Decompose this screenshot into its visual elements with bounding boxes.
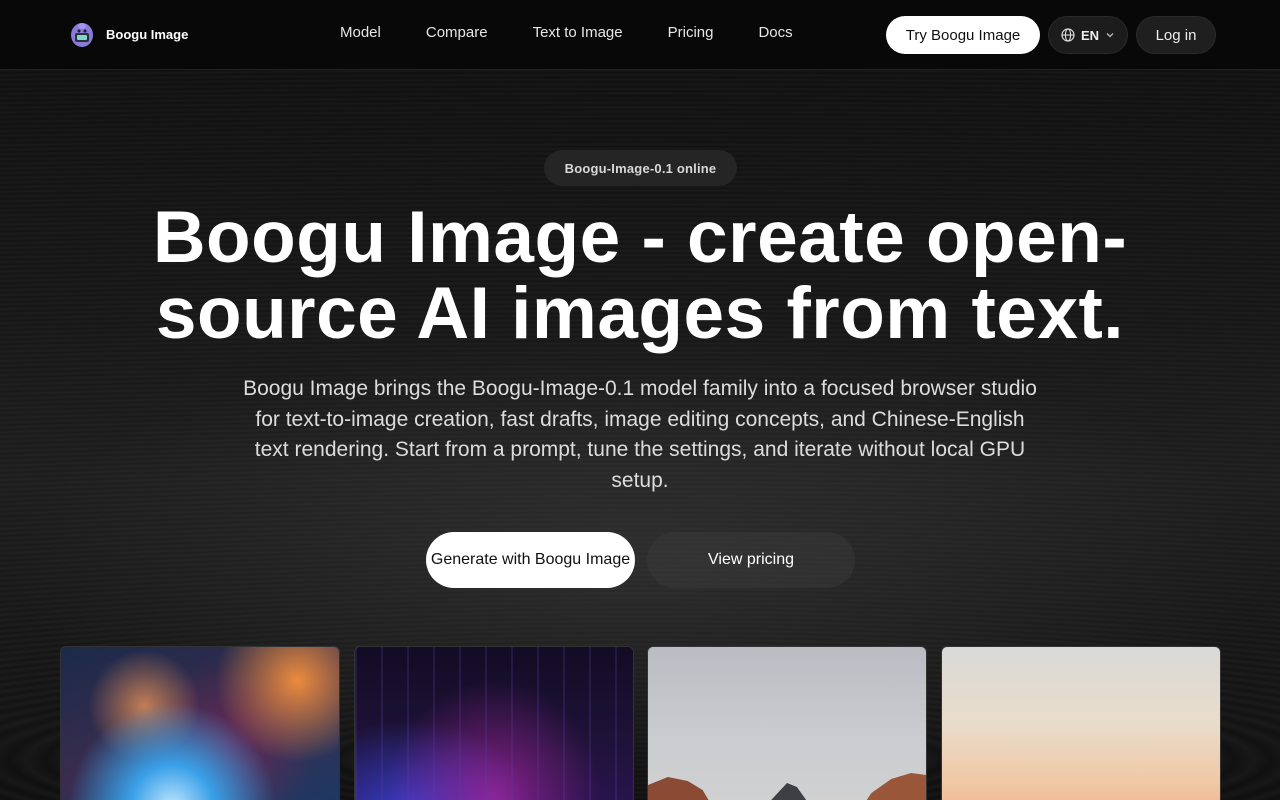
gallery-image-nebula[interactable] — [60, 646, 340, 800]
hero-subtitle: Boogu Image brings the Boogu-Image-0.1 m… — [243, 377, 1037, 492]
headline-line-1: Boogu Image - create open- — [152, 197, 1128, 278]
try-boogu-button[interactable]: Try Boogu Image — [886, 16, 1040, 54]
sample-gallery — [60, 646, 1221, 800]
generate-button[interactable]: Generate with Boogu Image — [426, 532, 635, 588]
status-badge: Boogu-Image-0.1 online — [544, 150, 737, 186]
language-label: EN — [1080, 27, 1100, 43]
language-selector[interactable]: EN — [1048, 16, 1128, 54]
chevron-down-icon — [1106, 33, 1114, 38]
gallery-image-sunset[interactable] — [941, 646, 1221, 800]
globe-icon — [1061, 28, 1075, 42]
view-pricing-button[interactable]: View pricing — [647, 532, 855, 588]
nav-item-docs[interactable]: Docs — [758, 24, 792, 41]
canyon-rocks — [648, 773, 926, 800]
gallery-image-neon-city[interactable] — [354, 646, 634, 800]
page-title: Boogu Image - create open- source AI ima… — [100, 200, 1180, 352]
brand-link[interactable]: Boogu Image — [68, 20, 188, 48]
login-button[interactable]: Log in — [1136, 16, 1216, 54]
gallery-image-canyon[interactable] — [647, 646, 927, 800]
nav-item-text-to-image[interactable]: Text to Image — [533, 24, 623, 41]
headline-line-2: source AI images from text. — [155, 273, 1125, 354]
mascot-logo-icon — [71, 23, 93, 47]
nav-item-pricing[interactable]: Pricing — [668, 24, 714, 41]
main-nav: Model Compare Text to Image Pricing Docs — [340, 24, 793, 41]
nav-item-model[interactable]: Model — [340, 24, 381, 41]
top-navbar: Boogu Image Model Compare Text to Image … — [0, 0, 1280, 70]
nav-item-compare[interactable]: Compare — [426, 24, 488, 41]
brand-name: Boogu Image — [106, 26, 189, 42]
